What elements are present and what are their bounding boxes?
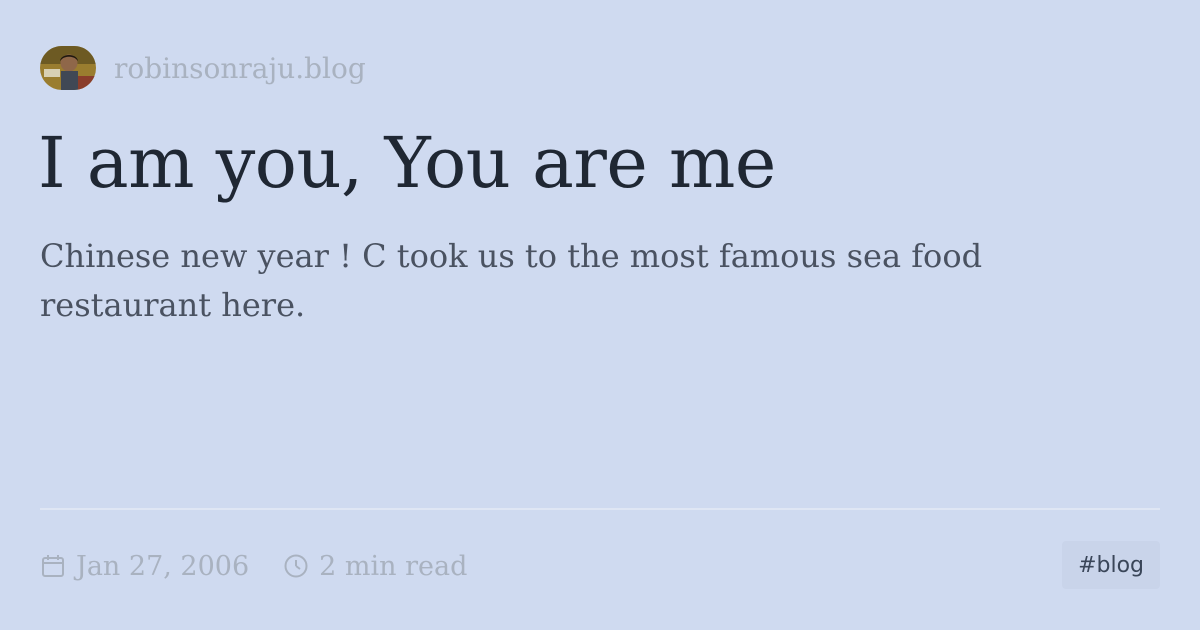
publish-date: Jan 27, 2006 — [40, 551, 249, 582]
reading-time: 2 min read — [283, 551, 467, 582]
divider — [40, 508, 1160, 510]
calendar-icon — [40, 553, 66, 579]
tag-blog[interactable]: #blog — [1062, 541, 1160, 589]
post-title: I am you, You are me — [38, 122, 776, 204]
post-excerpt: Chinese new year ! C took us to the most… — [40, 237, 983, 324]
publish-date-text: Jan 27, 2006 — [76, 550, 250, 582]
author-avatar — [40, 46, 96, 90]
reading-time-text: 2 min read — [319, 550, 468, 582]
post-meta: Jan 27, 2006 2 min read — [40, 546, 467, 586]
site-header[interactable]: robinsonraju.blog — [40, 45, 366, 91]
site-name[interactable]: robinsonraju.blog — [114, 52, 366, 85]
clock-icon — [283, 553, 309, 579]
